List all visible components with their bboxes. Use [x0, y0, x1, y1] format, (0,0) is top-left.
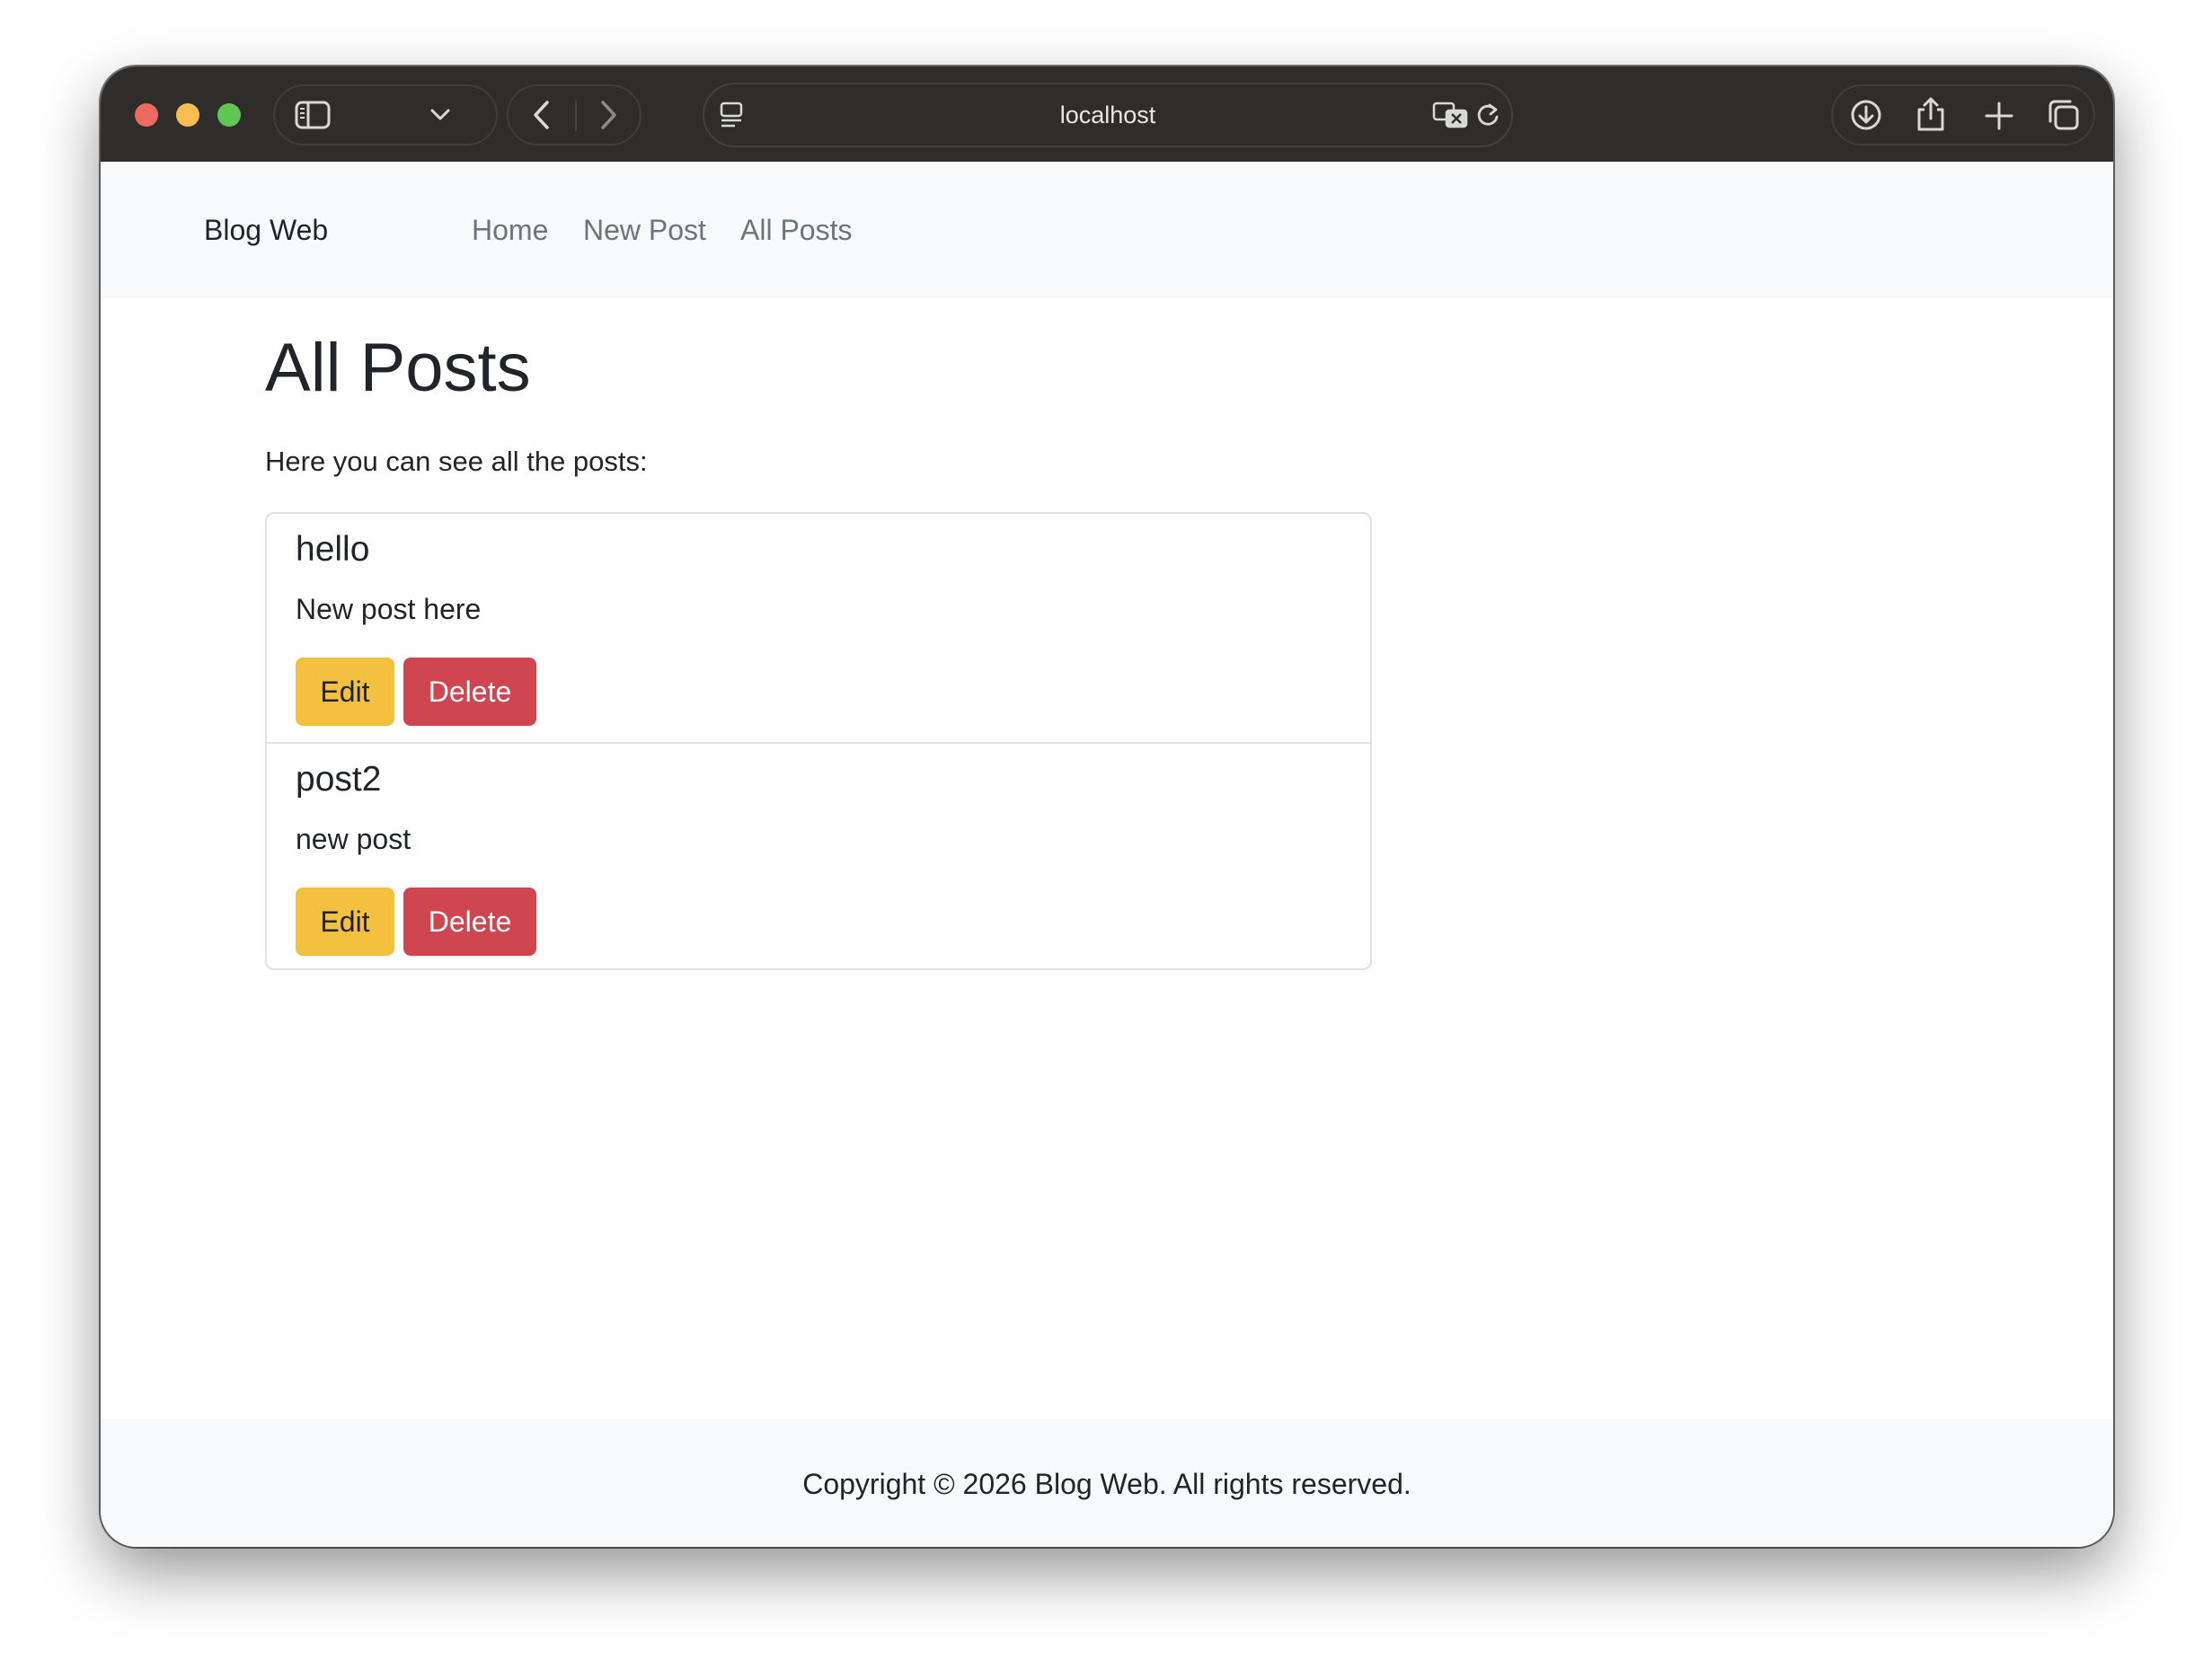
- edit-button[interactable]: Edit: [296, 888, 394, 956]
- share-icon[interactable]: [1916, 95, 1946, 133]
- footer-copyright: Copyright © 2026 Blog Web. All rights re…: [802, 1468, 1411, 1500]
- post-list: hello New post here Edit Delete post2 ne…: [265, 512, 1372, 970]
- delete-button[interactable]: Delete: [403, 658, 536, 726]
- navbar-brand[interactable]: Blog Web: [204, 162, 328, 298]
- reload-icon[interactable]: [1475, 102, 1500, 128]
- nav-divider: [575, 101, 577, 131]
- post-body: New post here: [296, 593, 482, 625]
- sidebar-icon[interactable]: [295, 101, 331, 129]
- delete-button[interactable]: Delete: [403, 888, 536, 956]
- download-icon[interactable]: [1849, 98, 1883, 132]
- plus-icon[interactable]: [1984, 101, 2014, 131]
- post-title: hello: [296, 530, 370, 569]
- tab-overview-icon[interactable]: [2047, 98, 2081, 132]
- close-window-button[interactable]: [135, 103, 158, 127]
- post-item: hello New post here Edit Delete: [267, 514, 1370, 742]
- sidebar-toggle-group: [273, 84, 498, 146]
- browser-window: localhost Blog Web Home New Post All Pos…: [101, 66, 2113, 1547]
- site-footer: Copyright © 2026 Blog Web. All rights re…: [101, 1418, 2113, 1547]
- nav-link-all-posts[interactable]: All Posts: [740, 162, 852, 298]
- translate-icon[interactable]: [1432, 102, 1468, 128]
- chevron-left-icon[interactable]: [532, 100, 552, 130]
- address-bar[interactable]: localhost: [703, 83, 1513, 147]
- site-navbar: Blog Web Home New Post All Posts: [101, 162, 2113, 298]
- post-item: post2 new post Edit Delete: [267, 742, 1370, 968]
- chevron-down-icon[interactable]: [429, 108, 451, 122]
- minimize-window-button[interactable]: [176, 103, 199, 127]
- toolbar-actions-group: [1831, 84, 2095, 146]
- nav-link-home[interactable]: Home: [472, 162, 548, 298]
- nav-link-new-post[interactable]: New Post: [583, 162, 706, 298]
- url-text[interactable]: localhost: [704, 84, 1511, 146]
- post-body: new post: [296, 823, 411, 855]
- page-title: All Posts: [265, 330, 531, 406]
- page-lead: Here you can see all the posts:: [265, 446, 648, 477]
- browser-toolbar: localhost: [101, 66, 2113, 162]
- post-title: post2: [296, 760, 382, 799]
- zoom-window-button[interactable]: [217, 103, 241, 127]
- chevron-right-icon[interactable]: [598, 100, 618, 130]
- navigation-group: [507, 84, 641, 146]
- edit-button[interactable]: Edit: [296, 658, 394, 726]
